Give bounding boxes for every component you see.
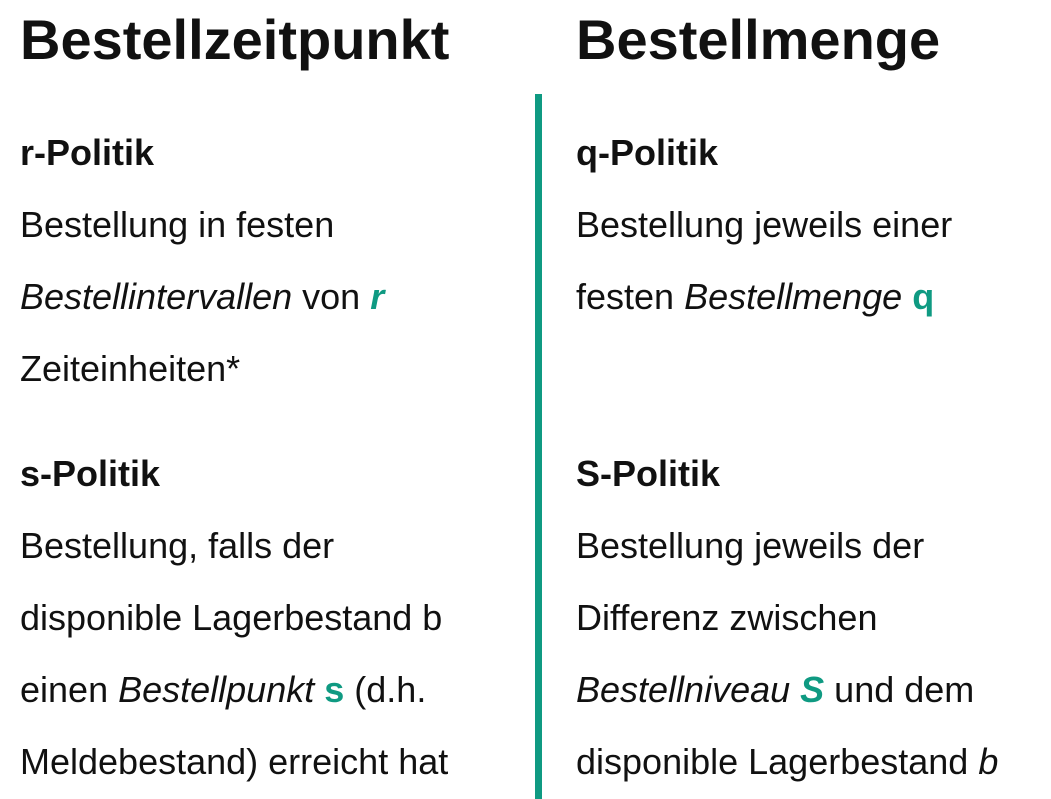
s-politik-title: s-Politik — [20, 453, 161, 494]
s-politik-block: s-Politik Bestellung, falls der disponib… — [20, 438, 448, 798]
term-bestellmenge: Bestellmenge — [684, 276, 903, 317]
q-politik-line-2-text: festen — [576, 276, 685, 317]
variable-q: q — [912, 276, 935, 317]
variable-r: r — [370, 276, 385, 317]
q-politik-title: q-Politik — [576, 132, 718, 173]
column-divider — [535, 94, 542, 799]
s-politik-line-3-tail: (d.h. — [354, 669, 427, 710]
r-politik-line-1: Bestellung in festen — [20, 204, 335, 245]
term-bestellniveau: Bestellniveau — [576, 669, 791, 710]
s-politik-line-3: einen Bestellpunkt s (d.h. — [20, 654, 448, 726]
r-politik-line-2-text: von — [292, 276, 371, 317]
term-bestellpunkt: Bestellpunkt — [118, 669, 315, 710]
r-politik-line-2: Bestellintervallen von r — [20, 261, 384, 333]
q-politik-block: q-Politik Bestellung jeweils einer feste… — [576, 117, 952, 333]
heading-bestellzeitpunkt: Bestellzeitpunkt — [20, 8, 450, 71]
S-politik-title: S-Politik — [576, 453, 721, 494]
term-bestellintervallen: Bestellintervallen — [20, 276, 293, 317]
heading-bestellmenge: Bestellmenge — [576, 8, 941, 71]
s-politik-line-2: disponible Lagerbestand b — [20, 597, 443, 638]
S-politik-line-3-tail: und dem — [824, 669, 975, 710]
S-politik-line-4: disponible Lagerbestand b — [576, 726, 998, 798]
r-politik-title: r-Politik — [20, 132, 155, 173]
s-politik-line-1: Bestellung, falls der — [20, 525, 335, 566]
S-politik-line-1: Bestellung jeweils der — [576, 525, 925, 566]
s-politik-line-4: Meldebestand) erreicht hat — [20, 741, 449, 782]
variable-S: S — [800, 669, 825, 710]
r-politik-line-3: Zeiteinheiten* — [20, 348, 241, 389]
S-politik-line-2: Differenz zwischen — [576, 597, 878, 638]
q-politik-line-2: festen Bestellmenge q — [576, 261, 952, 333]
s-politik-line-3-text: einen — [20, 669, 119, 710]
variable-b: b — [978, 741, 999, 782]
q-politik-line-1: Bestellung jeweils einer — [576, 204, 953, 245]
S-politik-line-3: Bestellniveau S und dem — [576, 654, 998, 726]
S-politik-line-4-text: disponible Lagerbestand — [576, 741, 979, 782]
S-politik-block: S-Politik Bestellung jeweils der Differe… — [576, 438, 998, 798]
variable-s: s — [324, 669, 345, 710]
r-politik-block: r-Politik Bestellung in festen Bestellin… — [20, 117, 384, 405]
